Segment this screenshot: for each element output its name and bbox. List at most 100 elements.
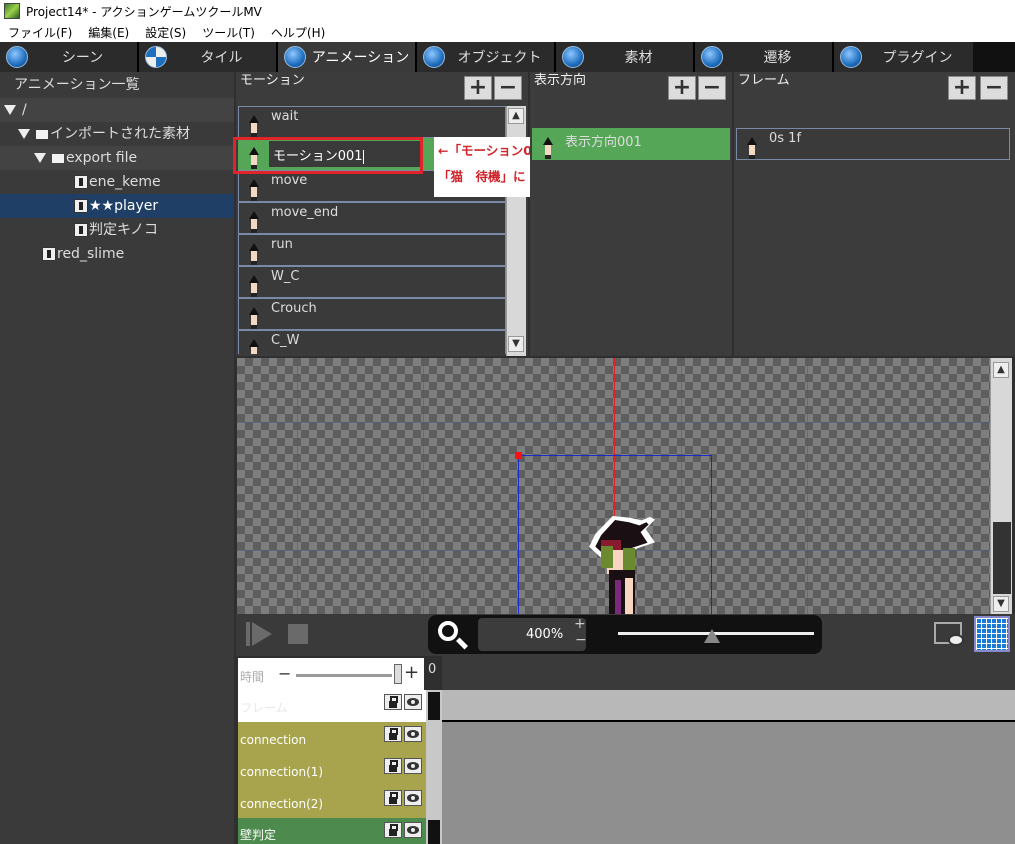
motion-item[interactable]: run (238, 234, 506, 266)
character-sprite-icon (541, 137, 555, 159)
frame-track-area[interactable] (442, 690, 1015, 722)
track-frame[interactable]: フレーム (238, 690, 426, 722)
tree-item-ene-keme[interactable]: ene_keme (0, 170, 234, 194)
expand-triangle-icon[interactable] (4, 105, 16, 115)
tab-plugin[interactable]: プラグイン (834, 42, 973, 72)
motion-item[interactable]: move_end (238, 202, 506, 234)
tree-item-imported[interactable]: インポートされた素材 (0, 122, 234, 146)
animation-preview-canvas[interactable] (237, 358, 990, 614)
frame-keyframe[interactable] (428, 692, 440, 720)
motion-item[interactable]: wait (238, 106, 506, 138)
playback-toolbar: 400% + − (236, 614, 1015, 656)
folder-icon (36, 129, 48, 139)
timeline-zero: 0 (428, 662, 437, 677)
eye-icon[interactable] (404, 822, 422, 838)
eye-icon[interactable] (404, 694, 422, 710)
direction-panel: 表示方向 + − 表示方向001 (530, 72, 732, 356)
sidebar-header: アニメーション一覧 (0, 72, 234, 98)
tree-item-export-file[interactable]: export file (0, 146, 234, 170)
wall-keyframe[interactable] (428, 820, 440, 844)
zoom-in-button[interactable]: + (574, 616, 586, 632)
expand-triangle-icon[interactable] (18, 129, 30, 139)
canvas-scroll-thumb[interactable] (993, 522, 1011, 594)
transition-icon (701, 46, 723, 68)
scroll-down-button[interactable]: ▼ (993, 596, 1009, 612)
lock-icon[interactable] (384, 790, 402, 806)
remove-frame-button[interactable]: − (980, 76, 1008, 100)
animation-file-icon (74, 175, 88, 189)
character-sprite-icon (247, 243, 261, 265)
eye-icon[interactable] (404, 758, 422, 774)
menu-tools[interactable]: ツール(T) (194, 24, 263, 41)
tile-icon (145, 46, 167, 68)
character-sprite-icon (247, 115, 261, 137)
menu-bar: ファイル(F) 編集(E) 設定(S) ツール(T) ヘルプ(H) (0, 22, 1015, 42)
tree-item-root[interactable]: / (0, 98, 234, 122)
window-titlebar: Project14* - アクションゲームツクールMV (0, 0, 1015, 22)
eye-icon[interactable] (404, 726, 422, 742)
menu-help[interactable]: ヘルプ(H) (263, 24, 333, 41)
menu-settings[interactable]: 設定(S) (137, 24, 194, 41)
add-frame-button[interactable]: + (948, 76, 976, 100)
time-zoom-out-button[interactable]: − (278, 664, 291, 683)
eye-icon[interactable] (404, 790, 422, 806)
motion-item[interactable]: W_C (238, 266, 506, 298)
tab-animation[interactable]: アニメーション (278, 42, 417, 72)
motion-item[interactable]: C_W (238, 330, 506, 354)
zoom-slider-thumb[interactable] (704, 629, 720, 643)
scroll-down-button[interactable]: ▼ (508, 336, 524, 352)
tab-tile[interactable]: タイル (139, 42, 278, 72)
tab-scene[interactable]: シーン (0, 42, 139, 72)
time-scale-thumb[interactable] (394, 664, 402, 684)
time-scale-slider[interactable] (296, 674, 392, 677)
scroll-up-button[interactable]: ▲ (993, 362, 1009, 378)
bounding-box-handle[interactable] (515, 452, 522, 459)
magnifier-icon[interactable] (438, 621, 458, 641)
character-sprite-icon (247, 307, 261, 329)
track-connection-1[interactable]: connection(1) (238, 754, 426, 786)
direction-item-selected[interactable]: 表示方向001 (532, 128, 730, 160)
stop-button[interactable] (288, 624, 308, 644)
lock-icon[interactable] (384, 726, 402, 742)
remove-direction-button[interactable]: − (698, 76, 726, 100)
frame-item[interactable]: 0s 1f (736, 128, 1010, 160)
main-tab-bar: シーン タイル アニメーション オブジェクト 素材 遷移 プラグイン (0, 42, 1015, 72)
character-sprite-icon (247, 211, 261, 233)
tab-object[interactable]: オブジェクト (417, 42, 556, 72)
app-icon (4, 3, 20, 19)
character-sprite-icon (247, 179, 261, 201)
tree-item-player[interactable]: ★★player (0, 194, 234, 218)
add-motion-button[interactable]: + (464, 76, 492, 100)
canvas-scrollbar[interactable]: ▲ ▼ (990, 358, 1012, 614)
zoom-out-button[interactable]: − (575, 632, 587, 648)
lock-icon[interactable] (384, 758, 402, 774)
time-zoom-in-button[interactable]: + (404, 662, 419, 683)
motion-item[interactable]: Crouch (238, 298, 506, 330)
onion-skin-icon[interactable] (932, 620, 966, 650)
menu-edit[interactable]: 編集(E) (80, 24, 137, 41)
expand-triangle-icon[interactable] (34, 153, 46, 163)
animation-file-icon (74, 199, 88, 213)
track-connection[interactable]: connection (238, 722, 426, 754)
lock-icon[interactable] (384, 694, 402, 710)
track-connection-2[interactable]: connection(2) (238, 786, 426, 818)
remove-motion-button[interactable]: − (494, 76, 522, 100)
folder-icon (52, 153, 64, 163)
zoom-value-box: 400% + − (478, 616, 587, 651)
tree-item-hantei-kinoko[interactable]: 判定キノコ (0, 218, 234, 242)
add-direction-button[interactable]: + (668, 76, 696, 100)
character-sprite-icon (247, 275, 261, 297)
track-wall[interactable]: 壁判定 (238, 818, 426, 844)
lock-icon[interactable] (384, 822, 402, 838)
scroll-up-button[interactable]: ▲ (508, 108, 524, 124)
menu-file[interactable]: ファイル(F) (0, 24, 80, 41)
character-sprite[interactable] (577, 516, 667, 614)
animation-file-icon (74, 223, 88, 237)
grid-toggle-icon[interactable] (974, 616, 1010, 652)
tab-assets[interactable]: 素材 (556, 42, 695, 72)
play-button[interactable] (246, 620, 274, 648)
frame-panel: フレーム + − 0s 1f (734, 72, 1015, 356)
character-sprite-icon (247, 339, 261, 354)
tab-transition[interactable]: 遷移 (695, 42, 834, 72)
tree-item-red-slime[interactable]: red_slime (0, 242, 234, 266)
